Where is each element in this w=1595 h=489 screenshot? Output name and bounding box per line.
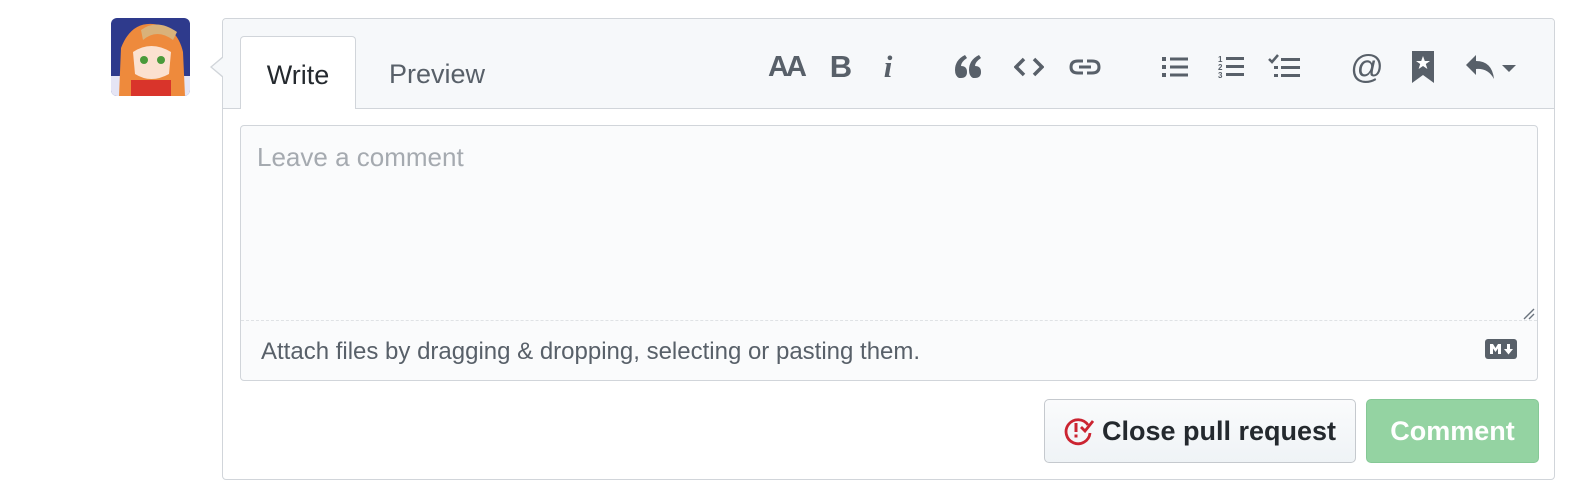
close-pr-icon xyxy=(1064,416,1094,446)
comment-box: Attach files by dragging & dropping, sel… xyxy=(240,125,1538,381)
close-pr-label: Close pull request xyxy=(1101,415,1337,446)
code-icon[interactable] xyxy=(1013,49,1045,85)
saved-reply-icon[interactable] xyxy=(1411,49,1435,85)
link-icon[interactable] xyxy=(1068,49,1102,85)
task-list-icon[interactable] xyxy=(1267,49,1301,85)
italic-button[interactable]: i xyxy=(878,49,898,85)
bold-button[interactable]: B xyxy=(827,49,855,85)
avatar[interactable] xyxy=(111,18,190,96)
numbered-list-icon[interactable]: 123 xyxy=(1217,49,1245,85)
tab-preview[interactable]: Preview xyxy=(389,36,485,108)
resize-handle-icon[interactable] xyxy=(1521,306,1535,320)
mention-button[interactable]: @ xyxy=(1350,48,1384,85)
comment-textarea[interactable] xyxy=(241,126,1537,320)
attach-files-hint: Attach files by dragging & dropping, sel… xyxy=(261,338,921,365)
comment-form: Write Preview AA B i 123 @ Attach files … xyxy=(210,18,1555,480)
quote-icon[interactable] xyxy=(954,49,984,85)
close-pull-request-button[interactable]: Close pull request xyxy=(1044,399,1356,463)
markdown-icon[interactable] xyxy=(1485,339,1517,359)
heading-button[interactable]: AA xyxy=(768,49,807,85)
tab-write[interactable]: Write xyxy=(240,36,356,109)
bulleted-list-icon[interactable] xyxy=(1161,49,1189,85)
comment-button[interactable]: Comment xyxy=(1366,399,1539,463)
reply-dropdown-icon[interactable] xyxy=(1463,49,1519,85)
svg-text:3: 3 xyxy=(1218,71,1223,80)
file-attach-area[interactable]: Attach files by dragging & dropping, sel… xyxy=(241,320,1537,380)
